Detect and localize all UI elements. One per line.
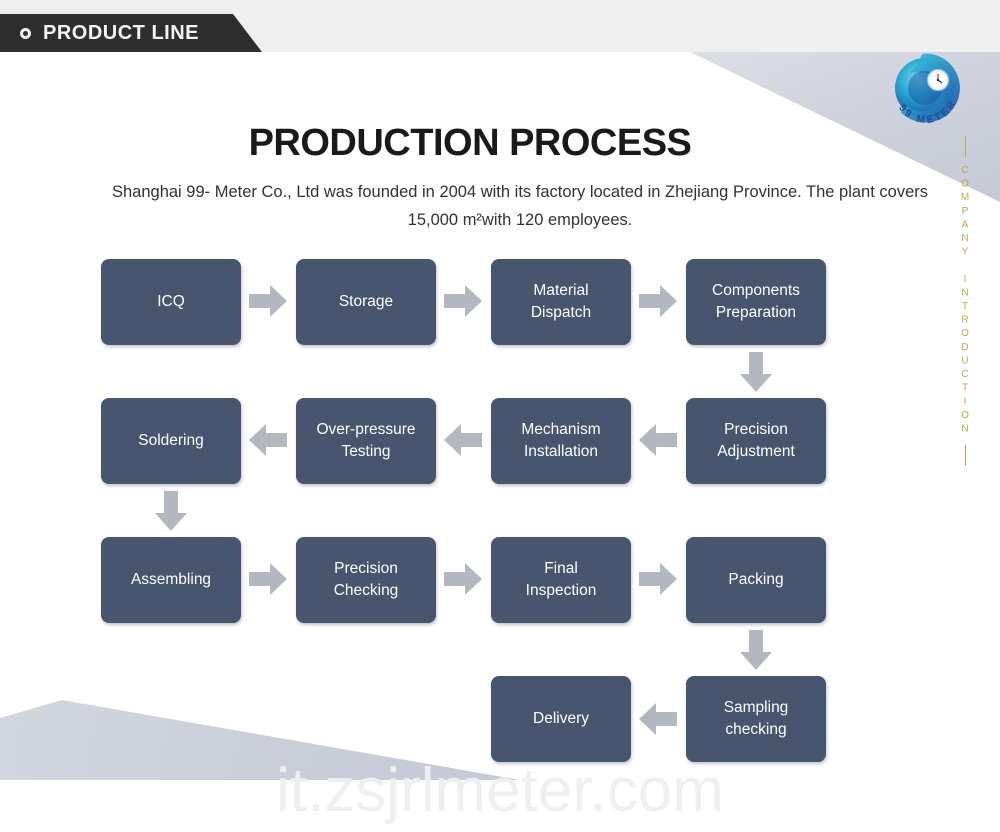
arrow-sampling-to-delivery-icon xyxy=(639,703,677,735)
flow-box-packing[interactable]: Packing xyxy=(686,537,826,623)
arrow-final-inspection-to-packing-icon xyxy=(639,563,677,595)
circle-outline-icon xyxy=(20,27,31,39)
flow-box-precision-checking[interactable]: Precision Checking xyxy=(296,537,436,623)
page-title: PRODUCTION PROCESS xyxy=(248,122,692,164)
arrow-components-to-precision-adjustment-icon xyxy=(740,352,772,392)
arrow-material-dispatch-to-components-icon xyxy=(639,285,677,317)
arrow-precision-adjustment-to-mechanism-icon xyxy=(639,424,677,456)
page-subtitle: Shanghai 99- Meter Co., Ltd was founded … xyxy=(110,178,930,234)
product-line-tab[interactable]: PRODUCT LINE xyxy=(0,14,262,52)
flow-box-sampling-checking[interactable]: Sampling checking xyxy=(686,676,826,762)
arrow-precision-checking-to-final-inspection-icon xyxy=(444,563,482,595)
company-introduction-rail: COMPANY INTRODUCTION xyxy=(952,136,978,466)
flow-box-precision-adjustment[interactable]: Precision Adjustment xyxy=(686,398,826,484)
flow-box-over-pressure-testing[interactable]: Over-pressure Testing xyxy=(296,398,436,484)
flow-box-material-dispatch[interactable]: Material Dispatch xyxy=(491,259,631,345)
rail-dash-top xyxy=(964,136,966,157)
flow-box-assembling[interactable]: Assembling xyxy=(101,537,241,623)
arrow-icq-to-storage-icon xyxy=(249,285,287,317)
flow-box-components-preparation[interactable]: Components Preparation xyxy=(686,259,826,345)
product-line-label: PRODUCT LINE xyxy=(43,21,199,44)
slide-root: PRODUCT LINE 99 METER COMPANY INTRODUCTI… xyxy=(0,0,1000,832)
subtitle-line-1: Shanghai 99- Meter Co., Ltd was founded … xyxy=(111,183,729,201)
rail-dash-bottom xyxy=(964,445,966,466)
flow-box-mechanism-installation[interactable]: Mechanism Installation xyxy=(491,398,631,484)
arrow-storage-to-material-dispatch-icon xyxy=(444,285,482,317)
flow-box-delivery[interactable]: Delivery xyxy=(491,676,631,762)
decorative-wedge-bottom-left xyxy=(0,700,520,780)
arrow-assembling-to-precision-checking-icon xyxy=(249,563,287,595)
rail-vertical-label: COMPANY INTRODUCTION xyxy=(959,165,971,437)
arrow-overpressure-to-soldering-icon xyxy=(249,424,287,456)
flow-box-icq[interactable]: ICQ xyxy=(101,259,241,345)
arrow-packing-to-sampling-icon xyxy=(740,630,772,670)
flow-box-soldering[interactable]: Soldering xyxy=(101,398,241,484)
arrow-soldering-to-assembling-icon xyxy=(155,491,187,531)
flow-box-storage[interactable]: Storage xyxy=(296,259,436,345)
flow-box-final-inspection[interactable]: Final Inspection xyxy=(491,537,631,623)
arrow-mechanism-to-overpressure-icon xyxy=(444,424,482,456)
